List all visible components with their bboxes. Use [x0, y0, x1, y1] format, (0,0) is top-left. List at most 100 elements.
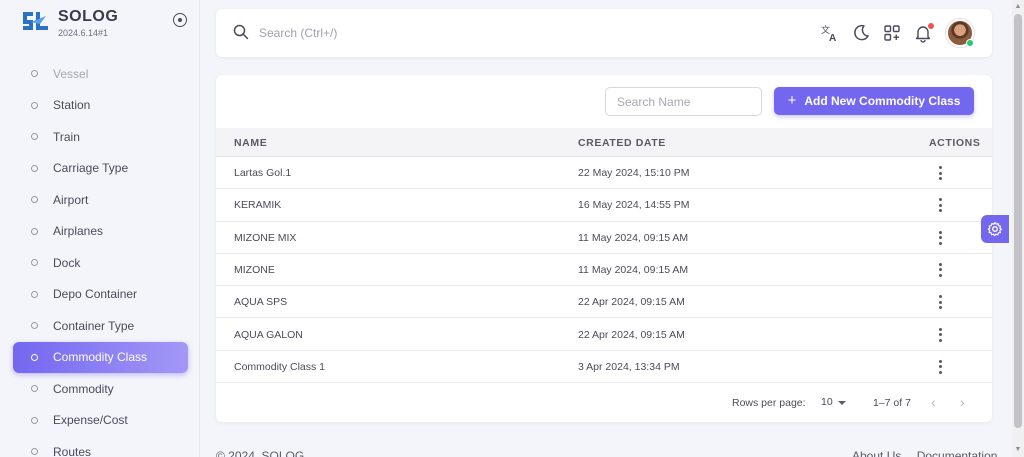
sidebar-item-depo-container[interactable]: Depo Container — [13, 279, 188, 311]
more-actions-icon[interactable] — [937, 262, 943, 277]
sidebar-item-expense-cost[interactable]: Expense/Cost — [13, 405, 188, 437]
sidebar-item-commodity-class[interactable]: Commodity Class — [13, 341, 188, 373]
sidebar-item-carriage-type[interactable]: Carriage Type — [13, 153, 188, 185]
sidebar-item-label: Train — [53, 129, 80, 144]
more-actions-icon[interactable] — [937, 198, 943, 213]
chevron-right-icon[interactable]: › — [960, 395, 972, 409]
table-row[interactable]: AQUA SPS 22 Apr 2024, 09:15 AM — [216, 286, 992, 319]
circle-icon — [31, 70, 38, 78]
sidebar-item-airplanes[interactable]: Airplanes — [13, 216, 188, 248]
svg-text:A: A — [829, 33, 836, 43]
notification-badge — [928, 23, 934, 29]
sidebar-item-label: Expense/Cost — [53, 413, 128, 428]
cell-created-date: 11 May 2024, 09:15 AM — [578, 263, 689, 276]
sidebar-item-label: Airplanes — [53, 224, 104, 239]
add-commodity-class-button[interactable]: + Add New Commodity Class — [774, 87, 974, 115]
circle-icon — [31, 416, 38, 424]
apps-icon[interactable] — [882, 23, 902, 43]
translate-icon[interactable]: 文 A — [820, 23, 840, 43]
brand-version: 2024.6.14#1 — [58, 28, 109, 38]
table-row[interactable]: Commodity Class 1 3 Apr 2024, 13:34 PM — [216, 351, 992, 384]
caret-down-icon[interactable] — [838, 401, 846, 405]
footer-links: About Us Documentation — [852, 449, 1009, 457]
cell-created-date: 16 May 2024, 14:55 PM — [578, 199, 690, 212]
brand[interactable]: SOLOG 2024.6.14#1 — [20, 8, 190, 42]
collapse-sidebar-icon[interactable] — [173, 13, 187, 27]
scrollbar-thumb[interactable] — [1014, 14, 1022, 428]
cell-name: AQUA GALON — [234, 328, 303, 341]
circle-icon — [31, 385, 38, 393]
add-button-label: Add New Commodity Class — [804, 94, 961, 108]
scroll-down-icon[interactable]: ▼ — [1014, 446, 1022, 454]
table-row[interactable]: Lartas Gol.1 22 May 2024, 15:10 PM — [216, 157, 992, 190]
cell-name: KERAMIK — [234, 199, 282, 212]
column-header-actions: ACTIONS — [929, 137, 981, 149]
commodity-class-card: Search Name + Add New Commodity Class NA… — [216, 75, 992, 422]
search-name-input[interactable]: Search Name — [605, 87, 762, 116]
plus-icon: + — [787, 91, 797, 109]
sidebar-item-routes[interactable]: Routes — [13, 436, 188, 457]
circle-icon — [31, 448, 38, 456]
circle-icon — [31, 196, 38, 204]
table-row[interactable]: KERAMIK 16 May 2024, 14:55 PM — [216, 189, 992, 222]
more-actions-icon[interactable] — [937, 166, 943, 180]
circle-icon — [31, 133, 38, 141]
cell-name: AQUA SPS — [234, 296, 288, 309]
footer-link-documentation[interactable]: Documentation — [917, 449, 998, 457]
circle-icon — [31, 227, 38, 235]
sidebar-item-label: Container Type — [53, 318, 135, 333]
cell-created-date: 22 May 2024, 15:10 PM — [578, 167, 690, 179]
table-row[interactable]: MIZONE 11 May 2024, 09:15 AM — [216, 254, 992, 287]
circle-icon — [31, 322, 38, 330]
cell-created-date: 11 May 2024, 09:15 AM — [578, 231, 689, 244]
circle-icon — [31, 353, 38, 361]
sidebar-item-label: Commodity Class — [53, 350, 148, 365]
rows-per-page-label: Rows per page: — [732, 397, 806, 409]
circle-icon — [31, 290, 38, 298]
sidebar-item-label: Carriage Type — [53, 161, 129, 176]
cell-created-date: 22 Apr 2024, 09:15 AM — [578, 328, 685, 341]
sidebar-item-airport[interactable]: Airport — [13, 184, 188, 216]
sidebar-item-station[interactable]: Station — [13, 90, 188, 122]
scroll-up-icon[interactable]: ▲ — [1014, 3, 1022, 11]
cell-name: MIZONE MIX — [234, 231, 297, 244]
circle-icon — [31, 164, 38, 172]
sidebar-item-container-type[interactable]: Container Type — [13, 310, 188, 342]
global-search-input[interactable]: Search (Ctrl+/) — [259, 26, 337, 40]
circle-icon — [31, 259, 38, 267]
sidebar-item-vessel[interactable]: Vessel — [13, 58, 188, 90]
sidebar: SOLOG 2024.6.14#1 Vessel Station Train C… — [0, 0, 200, 457]
sidebar-item-label: Dock — [53, 255, 81, 270]
table-row[interactable]: MIZONE MIX 11 May 2024, 09:15 AM — [216, 222, 992, 254]
cell-name: MIZONE — [234, 263, 275, 276]
pagination-range: 1–7 of 7 — [873, 397, 911, 409]
sidebar-item-dock[interactable]: Dock — [13, 247, 188, 279]
column-header-created-date[interactable]: CREATED DATE — [578, 137, 666, 149]
search-icon[interactable] — [233, 24, 249, 40]
dark-mode-icon[interactable] — [851, 23, 871, 43]
more-actions-icon[interactable] — [937, 359, 943, 374]
sidebar-item-train[interactable]: Train — [13, 121, 188, 153]
sidebar-item-label: Station — [53, 98, 91, 113]
table-row[interactable]: AQUA GALON 22 Apr 2024, 09:15 AM — [216, 319, 992, 351]
gear-icon — [987, 221, 1003, 237]
customizer-settings-button[interactable] — [981, 215, 1009, 243]
chevron-left-icon[interactable]: ‹ — [931, 395, 943, 409]
sidebar-item-label: Commodity — [53, 381, 114, 396]
logo-icon — [23, 12, 48, 30]
more-actions-icon[interactable] — [937, 230, 943, 245]
online-status-indicator — [966, 39, 974, 47]
rows-per-page-select[interactable]: 10 — [821, 396, 833, 408]
sidebar-item-commodity[interactable]: Commodity — [13, 373, 188, 405]
column-header-name[interactable]: NAME — [234, 137, 267, 149]
topbar: Search (Ctrl+/) 文 A — [216, 9, 992, 57]
sidebar-item-label: Vessel — [53, 66, 89, 81]
more-actions-icon[interactable] — [937, 327, 943, 342]
more-actions-icon[interactable] — [937, 295, 943, 310]
sidebar-item-label: Airport — [53, 192, 89, 207]
sidebar-nav: Vessel Station Train Carriage Type Airpo… — [0, 58, 200, 457]
circle-icon — [31, 101, 38, 109]
pagination: Rows per page: 10 1–7 of 7 ‹ › — [216, 387, 992, 417]
footer-link-about[interactable]: About Us — [852, 449, 901, 457]
sidebar-item-label: Routes — [53, 444, 92, 457]
